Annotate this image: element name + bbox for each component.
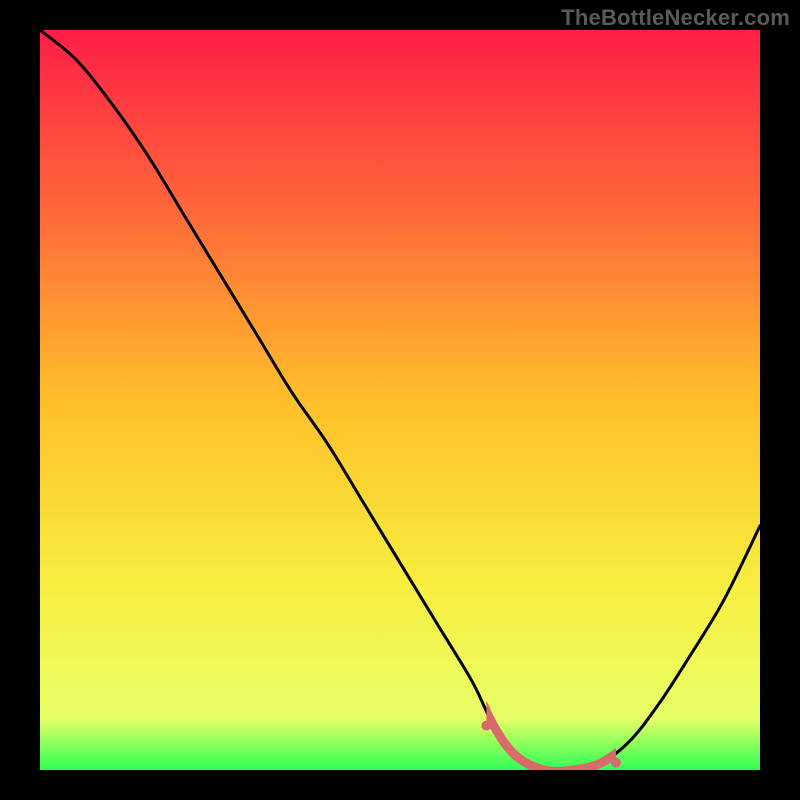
plot-area xyxy=(40,30,760,770)
highlight-endpoint xyxy=(611,758,621,768)
bottleneck-curve-chart xyxy=(40,30,760,770)
gradient-background xyxy=(40,30,760,770)
highlight-endpoint xyxy=(481,721,491,731)
chart-frame: TheBottleNecker.com xyxy=(0,0,800,800)
watermark-text: TheBottleNecker.com xyxy=(561,5,790,31)
